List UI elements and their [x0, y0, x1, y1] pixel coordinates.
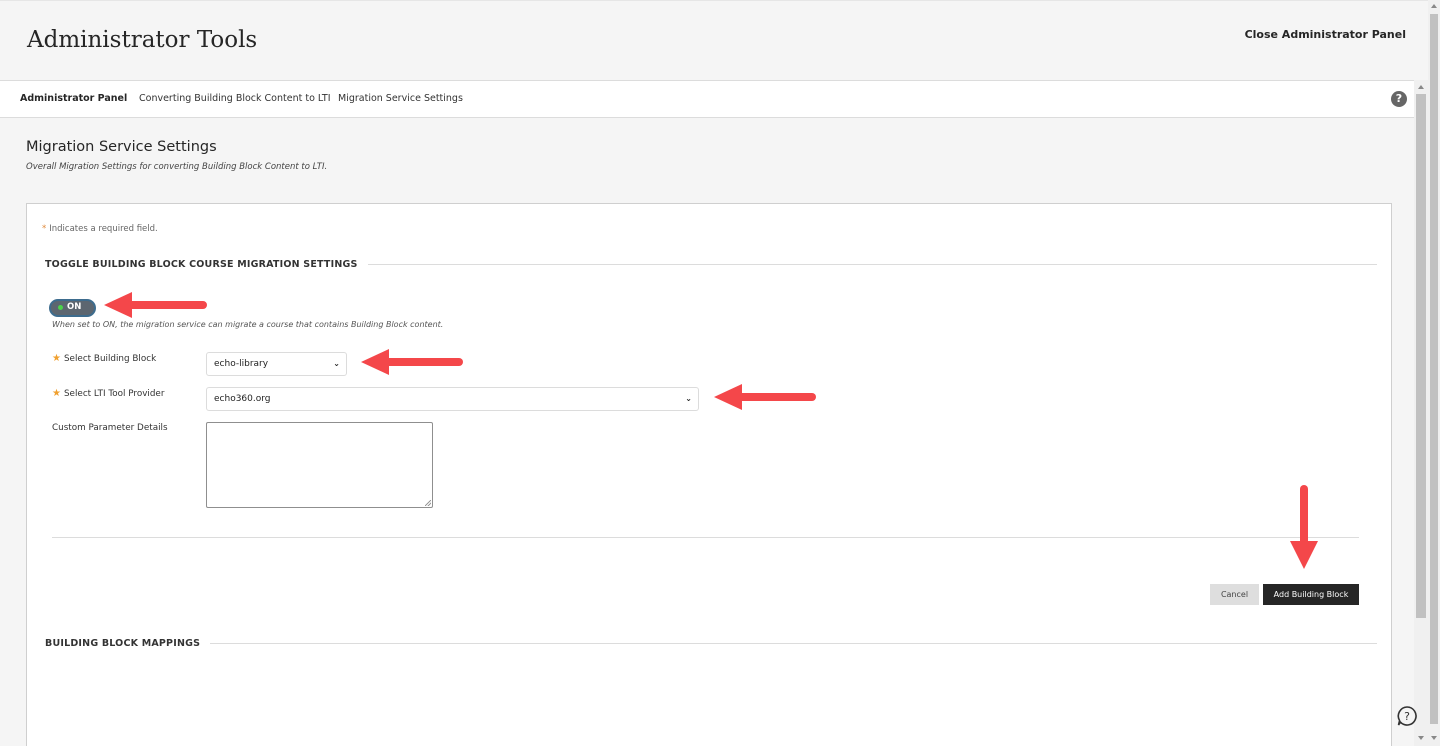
- required-field-note: * Indicates a required field.: [42, 224, 158, 234]
- custom-params-textarea[interactable]: [206, 422, 433, 508]
- page-header: Administrator Tools Close Administrator …: [0, 0, 1428, 80]
- required-star-icon: ★: [52, 353, 61, 364]
- page-title: Administrator Tools: [27, 27, 258, 53]
- section-divider: [210, 643, 1377, 644]
- inner-scrollbar[interactable]: [1414, 80, 1428, 746]
- cancel-button[interactable]: Cancel: [1210, 584, 1259, 605]
- required-star-icon: ★: [52, 388, 61, 399]
- section-divider: [367, 264, 1377, 265]
- form-divider: [52, 537, 1359, 538]
- building-block-select[interactable]: echo-library ⌄: [206, 352, 347, 376]
- annotation-arrow-building-block: [361, 349, 463, 375]
- scroll-up-icon[interactable]: [1418, 85, 1424, 89]
- svg-text:?: ?: [1404, 710, 1410, 723]
- nav-item-converting-building-block[interactable]: Converting Building Block Content to LTI: [139, 93, 331, 104]
- resize-handle-icon[interactable]: [425, 500, 431, 506]
- migration-toggle[interactable]: ON: [49, 299, 96, 317]
- breadcrumb-nav: Administrator Panel Converting Building …: [0, 80, 1414, 118]
- scroll-up-icon[interactable]: [1431, 4, 1437, 8]
- toggle-section-title: TOGGLE BUILDING BLOCK COURSE MIGRATION S…: [45, 259, 1377, 270]
- chevron-down-icon: ⌄: [333, 359, 340, 369]
- scrollbar-thumb[interactable]: [1430, 14, 1438, 724]
- mappings-section-title: BUILDING BLOCK MAPPINGS: [45, 638, 1377, 649]
- settings-form: * Indicates a required field. TOGGLE BUIL…: [26, 203, 1392, 746]
- nav-item-administrator-panel[interactable]: Administrator Panel: [20, 93, 127, 104]
- scrollbar-thumb[interactable]: [1416, 94, 1426, 618]
- annotation-arrow-toggle: [104, 292, 207, 318]
- scroll-down-icon[interactable]: [1431, 736, 1437, 740]
- scroll-down-icon[interactable]: [1418, 736, 1424, 740]
- add-building-block-button[interactable]: Add Building Block: [1263, 584, 1359, 605]
- chevron-down-icon: ⌄: [685, 394, 692, 404]
- close-admin-panel-link[interactable]: Close Administrator Panel: [1245, 28, 1406, 41]
- help-icon[interactable]: ?: [1391, 91, 1407, 107]
- annotation-arrow-add-button: [1290, 485, 1318, 569]
- section-heading: Migration Service Settings: [26, 139, 217, 155]
- nav-item-migration-service-settings[interactable]: Migration Service Settings: [338, 93, 463, 104]
- section-description: Overall Migration Settings for convertin…: [26, 162, 328, 172]
- annotation-arrow-lti-provider: [714, 384, 816, 410]
- building-block-label: ★ Select Building Block: [52, 353, 157, 364]
- lti-provider-select[interactable]: echo360.org ⌄: [206, 387, 699, 411]
- help-chat-icon[interactable]: ?: [1396, 705, 1418, 727]
- outer-scrollbar[interactable]: [1428, 0, 1440, 746]
- status-dot-icon: [58, 305, 63, 310]
- custom-params-label: Custom Parameter Details: [52, 423, 168, 433]
- required-star-icon: *: [42, 224, 47, 234]
- lti-provider-label: ★ Select LTI Tool Provider: [52, 388, 165, 399]
